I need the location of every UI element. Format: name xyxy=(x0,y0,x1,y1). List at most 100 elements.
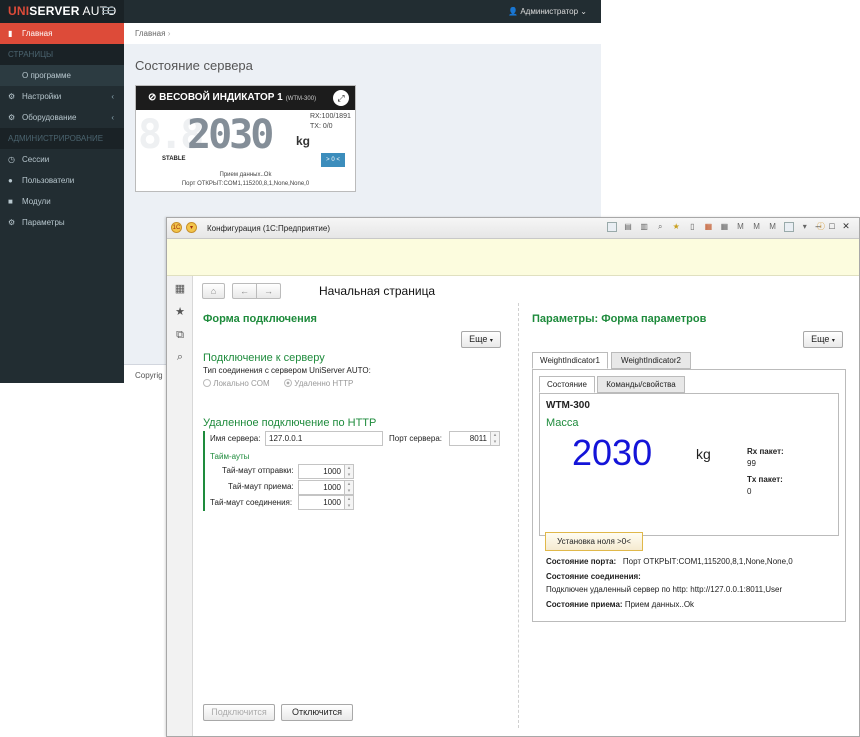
server-name-input[interactable]: 127.0.0.1 xyxy=(265,431,383,446)
weight-indicator-widget: ⊘ ВЕСОВОЙ ИНДИКАТОР 1 (WTM-300) ⤢ 8.8 203… xyxy=(135,85,356,192)
user-menu[interactable]: 👤 Администратор ⌄ xyxy=(508,0,587,23)
indicator-zero-button[interactable]: > 0 < xyxy=(321,153,345,167)
sidebar-item-parameters[interactable]: ⚙ Параметры xyxy=(0,212,124,233)
sidebar-header-admin: АДМИНИСТРИРОВАНИЕ xyxy=(0,128,124,149)
find-icon[interactable]: ⌕ xyxy=(655,222,665,232)
connect-button[interactable]: Подключится xyxy=(203,704,275,721)
chevron-right-icon: › xyxy=(167,29,171,38)
server-port-input[interactable]: 8011 xyxy=(449,431,491,446)
recv-timeout-input[interactable]: 1000 xyxy=(298,480,345,495)
sidebar-item-sessions[interactable]: ◷ Сессии xyxy=(0,149,124,170)
page-title: Состояние сервера xyxy=(135,58,253,73)
sidebar-header-pages: СТРАНИЦЫ xyxy=(0,44,124,65)
favorites-icon[interactable]: ★ xyxy=(671,222,681,232)
rx-packet-label: Rx пакет: xyxy=(747,447,784,456)
calendar-icon[interactable]: ▦ xyxy=(703,222,713,232)
close-icon[interactable]: ✕ xyxy=(839,221,853,232)
recv-timeout-stepper[interactable]: ▴ ▾ xyxy=(345,480,354,495)
panel-icon[interactable] xyxy=(783,222,794,232)
more-button-right[interactable]: Еще ▾ xyxy=(803,331,843,348)
set-zero-button[interactable]: Установка ноля >0< xyxy=(545,532,643,551)
indicator-model: WTM-300 xyxy=(546,400,590,411)
search-icon[interactable]: ⌕ xyxy=(174,351,186,363)
pane-divider xyxy=(518,303,519,728)
sidebar-item-equipment[interactable]: ⚙ Оборудование ‹ xyxy=(0,107,124,128)
server-section-title: Подключение к серверу xyxy=(203,352,325,364)
tab-weight-indicator-1[interactable]: WeightIndicator1 xyxy=(532,352,608,369)
dropdown-arrow-icon: ▾ xyxy=(831,338,835,344)
tab-weight-indicator-2[interactable]: WeightIndicator2 xyxy=(611,352,691,369)
http-section-title: Удаленное подключение по HTTP xyxy=(203,417,377,429)
gear-icon: ⚙ xyxy=(8,218,16,227)
window-titlebar: 1C ▾ Конфигурация (1С:Предприятие) ▤ ▥ ⌕… xyxy=(167,218,859,239)
power-icon: ⊘ xyxy=(148,92,157,103)
window-controls: – □ ✕ xyxy=(811,221,853,232)
hamburger-menu-icon[interactable] xyxy=(102,5,114,17)
back-button[interactable]: ← xyxy=(232,283,257,299)
chevron-left-icon: ‹ xyxy=(111,92,114,101)
m-minus-icon[interactable]: M xyxy=(768,222,778,232)
sidebar-item-home[interactable]: ▮ Главная xyxy=(0,23,124,44)
timeouts-label: Тайм-ауты xyxy=(210,452,250,461)
send-timeout-input[interactable]: 1000 xyxy=(298,464,345,479)
http-group-border xyxy=(203,431,205,511)
port-stepper[interactable]: ▴ ▾ xyxy=(491,431,500,446)
config-window: 1C ▾ Конфигурация (1С:Предприятие) ▤ ▥ ⌕… xyxy=(166,217,860,737)
conn-state-label: Состояние соединения: xyxy=(546,572,641,581)
menu-dropdown-icon[interactable]: ▾ xyxy=(800,222,810,232)
m-icon[interactable]: M xyxy=(736,222,746,232)
sidebar-item-settings[interactable]: ⚙ Настройки ‹ xyxy=(0,86,124,107)
indicator-status-port: Порт ОТКРЫТ:COM1,115200,8,1,None,None,0 xyxy=(181,181,310,187)
connection-form-title: Форма подключения xyxy=(203,313,317,325)
dropdown-circle-icon[interactable]: ▾ xyxy=(186,222,197,233)
maximize-icon[interactable]: □ xyxy=(825,221,839,231)
conn-timeout-stepper[interactable]: ▴ ▾ xyxy=(345,495,354,510)
expand-icon[interactable]: ⤢ xyxy=(333,90,349,106)
document-icon[interactable]: ▯ xyxy=(687,222,697,232)
breadcrumb-home-link[interactable]: Главная xyxy=(135,29,165,38)
minimize-icon[interactable]: – xyxy=(811,221,825,231)
star-icon[interactable]: ★ xyxy=(174,306,186,318)
indicator-status-receive: Прием данных..Ok xyxy=(219,172,272,178)
radio-unchecked-icon xyxy=(203,379,211,387)
arrow-right-icon: → xyxy=(264,286,273,296)
history-icon[interactable]: ⧉ xyxy=(174,329,186,341)
mass-unit: kg xyxy=(696,446,711,462)
sidebar-item-about[interactable]: О программе xyxy=(0,65,124,86)
indicator-stable-label: STABLE xyxy=(162,156,186,162)
m-plus-icon[interactable]: M xyxy=(752,222,762,232)
indicator-value: 2030 xyxy=(187,112,274,158)
app-logo-icon[interactable]: 1C xyxy=(171,222,182,233)
gear-icon: ⚙ xyxy=(8,113,16,122)
indicator-unit: kg xyxy=(296,134,311,148)
sidebar-item-users[interactable]: ● Пользователи xyxy=(0,170,124,191)
clock-icon: ◷ xyxy=(8,155,15,164)
disconnect-button[interactable]: Отключится xyxy=(281,704,353,721)
breadcrumb: Главная › xyxy=(124,23,601,44)
conn-timeout-input[interactable]: 1000 xyxy=(298,495,345,510)
chart-icon: ▮ xyxy=(8,29,13,38)
window-toolbar: ▤ ▥ ⌕ ★ ▯ ▦ ▦ M M M ▾ ⓘ xyxy=(607,222,829,235)
home-icon: ⌂ xyxy=(210,286,217,296)
chevron-down-icon: ⌄ xyxy=(580,7,587,16)
print-icon[interactable]: ▤ xyxy=(623,222,633,232)
message-bar xyxy=(167,239,859,276)
home-button[interactable]: ⌂ xyxy=(202,283,225,299)
forward-button[interactable]: → xyxy=(256,283,281,299)
grid-menu-icon[interactable]: ▦ xyxy=(174,283,186,295)
subtab-state[interactable]: Состояние xyxy=(539,376,595,393)
preview-icon[interactable]: ▥ xyxy=(639,222,649,232)
gear-icon: ⚙ xyxy=(8,92,16,101)
sidebar-item-modules[interactable]: ■ Модули xyxy=(0,191,124,212)
calculator-icon[interactable]: ▦ xyxy=(719,222,729,232)
radio-remote-http[interactable]: Удаленно HTTP xyxy=(284,379,353,388)
radio-checked-icon xyxy=(284,379,292,387)
send-timeout-stepper[interactable]: ▴ ▾ xyxy=(345,464,354,479)
conn-state-value: Подключен удаленный сервер по http: http… xyxy=(546,585,783,594)
user-icon: ● xyxy=(8,176,13,185)
more-button-left[interactable]: Еще ▾ xyxy=(461,331,501,348)
save-icon[interactable] xyxy=(607,222,617,232)
subtab-commands[interactable]: Команды/свойства xyxy=(597,376,685,393)
radio-local-com[interactable]: Локально COM xyxy=(203,379,270,388)
server-port-label: Порт сервера: xyxy=(389,434,442,443)
